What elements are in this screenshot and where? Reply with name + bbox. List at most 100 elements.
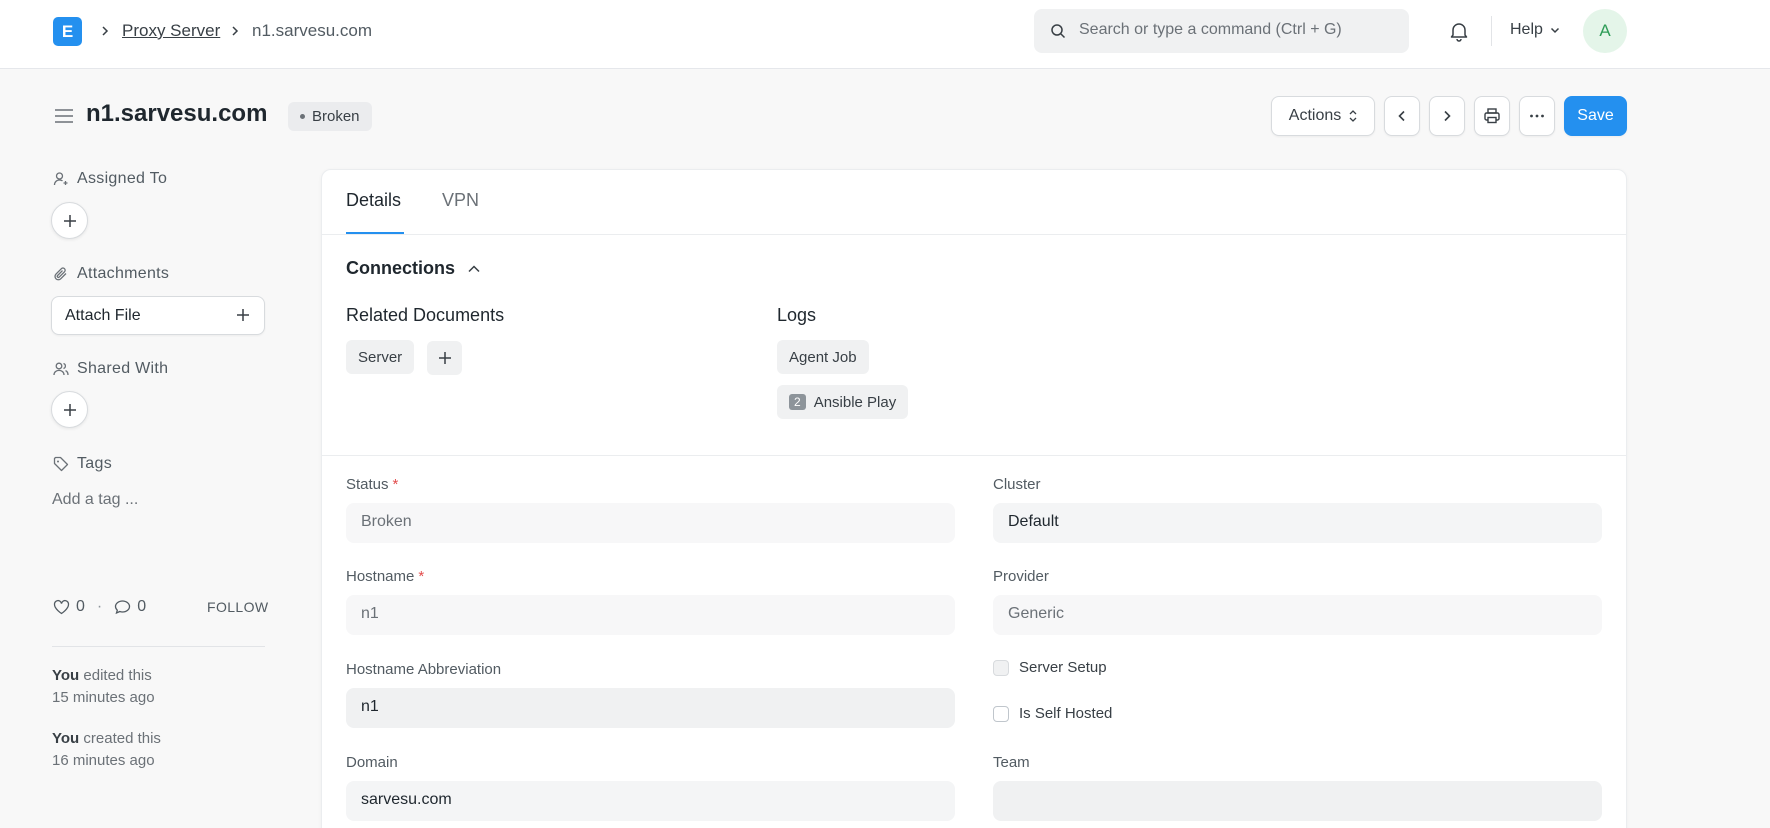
- activity-user: You: [52, 730, 80, 747]
- hostname-abbreviation-label: Hostname Abbreviation: [346, 661, 502, 678]
- status-field-label: Status *: [346, 476, 398, 493]
- chevron-up-icon: [468, 264, 480, 272]
- assigned-to-label: Assigned To: [77, 170, 168, 187]
- attach-file-button[interactable]: Attach File: [51, 296, 265, 335]
- breadcrumb-proxy-server[interactable]: Proxy Server: [122, 21, 220, 41]
- chevron-right-icon: [1444, 110, 1451, 122]
- save-button[interactable]: Save: [1564, 96, 1627, 136]
- provider-field-label: Provider: [993, 568, 1049, 585]
- server-setup-checkbox[interactable]: Server Setup: [993, 659, 1107, 676]
- shared-with-heading: Shared With: [53, 360, 168, 378]
- actions-label: Actions: [1288, 107, 1342, 124]
- status-field[interactable]: Broken: [346, 503, 955, 543]
- activity-action: created this: [83, 730, 161, 747]
- attach-file-label: Attach File: [65, 307, 141, 324]
- navbar: E Proxy Server n1.sarvesu.com Search or …: [0, 0, 1770, 69]
- status-badge-label: Broken: [312, 108, 360, 125]
- sidebar-divider: [52, 646, 265, 647]
- add-share-button[interactable]: [51, 391, 88, 428]
- app-logo[interactable]: E: [53, 17, 82, 46]
- likes-count: 0: [76, 598, 85, 615]
- users-icon: [53, 362, 69, 376]
- form-card: [321, 169, 1627, 828]
- related-document-server[interactable]: Server: [346, 340, 415, 374]
- search-icon: [1051, 24, 1066, 39]
- navbar-divider: [1491, 16, 1492, 46]
- hostname-abbreviation-field[interactable]: n1: [346, 688, 955, 728]
- add-tag-link[interactable]: Add a tag ...: [52, 491, 138, 509]
- add-related-document-button[interactable]: [427, 341, 462, 375]
- print-button[interactable]: [1474, 96, 1510, 136]
- provider-field[interactable]: Generic: [993, 595, 1602, 635]
- status-badge: Broken: [288, 102, 372, 131]
- follow-button[interactable]: FOLLOW: [207, 599, 269, 615]
- notification-bell-icon[interactable]: [1448, 20, 1470, 42]
- ansible-play-label: Ansible Play: [813, 393, 897, 411]
- search-bar[interactable]: Search or type a command (Ctrl + G): [1034, 9, 1409, 53]
- domain-field[interactable]: sarvesu.com: [346, 781, 955, 821]
- more-options-button[interactable]: [1519, 96, 1555, 136]
- chevron-right-icon: [232, 26, 239, 36]
- team-field-label: Team: [993, 754, 1030, 771]
- ellipsis-icon: [1530, 114, 1544, 118]
- is-self-hosted-checkbox[interactable]: Is Self Hosted: [993, 705, 1112, 722]
- help-dropdown[interactable]: Help: [1510, 21, 1561, 39]
- hostname-label-text: Hostname: [346, 568, 415, 585]
- shared-with-label: Shared With: [77, 360, 169, 377]
- user-avatar[interactable]: A: [1583, 9, 1627, 53]
- plus-icon: [63, 214, 76, 227]
- assigned-to-heading: Assigned To: [53, 170, 167, 188]
- activity-user: You: [52, 667, 80, 684]
- comment-icon[interactable]: [114, 599, 131, 615]
- tags-label: Tags: [77, 455, 112, 472]
- activity-time: 16 minutes ago: [52, 752, 155, 769]
- next-record-button[interactable]: [1429, 96, 1465, 136]
- tags-heading: Tags: [53, 455, 112, 473]
- attachments-heading: Attachments: [53, 265, 169, 283]
- help-label: Help: [1510, 21, 1543, 38]
- sidebar-toggle-icon[interactable]: [53, 107, 75, 125]
- required-marker: *: [392, 476, 399, 493]
- tab-divider: [322, 234, 1626, 235]
- hostname-field[interactable]: n1: [346, 595, 955, 635]
- add-user-icon: [53, 172, 68, 186]
- add-assignee-button[interactable]: [51, 202, 88, 239]
- status-label-text: Status: [346, 476, 389, 493]
- plus-icon: [63, 403, 76, 416]
- plus-icon: [237, 309, 249, 321]
- paperclip-icon: [54, 267, 67, 281]
- printer-icon: [1484, 108, 1500, 124]
- tab-vpn[interactable]: VPN: [442, 190, 479, 211]
- section-divider: [322, 455, 1626, 456]
- heart-icon[interactable]: [53, 599, 70, 615]
- related-documents-title: Related Documents: [346, 305, 505, 325]
- cluster-field[interactable]: Default: [993, 503, 1602, 543]
- likes-comments: 0 · 0: [53, 598, 146, 616]
- server-setup-label: Server Setup: [1019, 659, 1107, 676]
- actions-button[interactable]: Actions: [1271, 96, 1375, 136]
- previous-record-button[interactable]: [1384, 96, 1420, 136]
- tab-details[interactable]: Details: [346, 190, 401, 211]
- page-title: n1.sarvesu.com: [86, 100, 268, 127]
- team-field[interactable]: [993, 781, 1602, 821]
- log-agent-job[interactable]: Agent Job: [777, 340, 869, 374]
- hostname-field-label: Hostname *: [346, 568, 424, 585]
- chevron-left-icon: [1398, 110, 1405, 122]
- domain-field-label: Domain: [346, 754, 398, 771]
- select-arrows-icon: [1349, 110, 1357, 122]
- comments-count: 0: [137, 598, 147, 615]
- status-dot: [300, 114, 305, 119]
- chevron-right-icon: [102, 26, 109, 36]
- log-ansible-play[interactable]: 2 Ansible Play: [777, 385, 909, 419]
- ansible-play-count: 2: [789, 394, 806, 410]
- activity-time: 15 minutes ago: [52, 689, 155, 706]
- activity-item: You edited this 15 minutes ago: [52, 665, 155, 709]
- checkbox-box[interactable]: [993, 659, 1009, 676]
- activity-action: edited this: [83, 667, 152, 684]
- activity-item: You created this 16 minutes ago: [52, 728, 161, 772]
- breadcrumb-current[interactable]: n1.sarvesu.com: [252, 21, 372, 41]
- connections-section-toggle[interactable]: Connections: [346, 258, 481, 279]
- connections-title: Connections: [346, 258, 456, 278]
- tag-icon: [53, 456, 69, 472]
- checkbox-box[interactable]: [993, 705, 1009, 722]
